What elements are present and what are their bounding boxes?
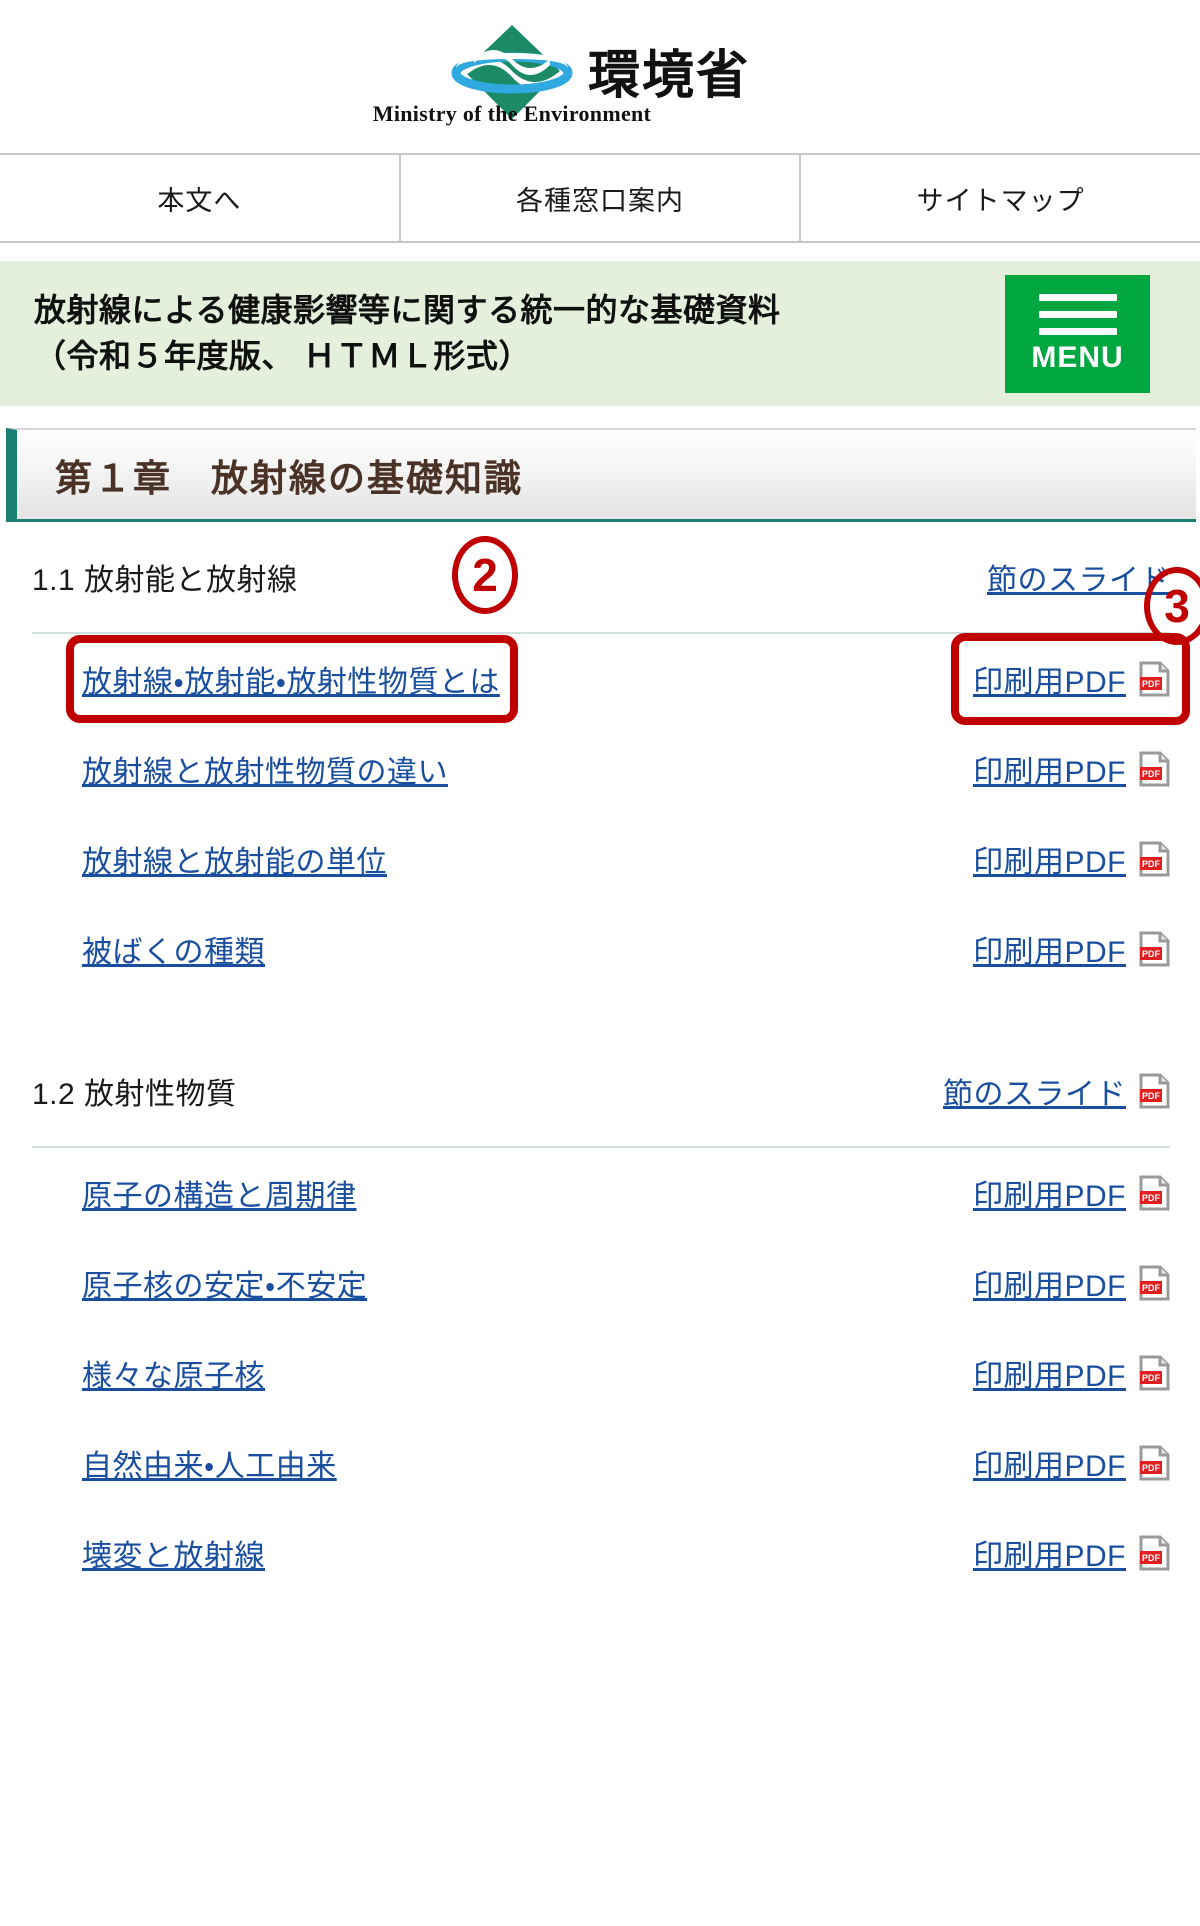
nav-item-label: サイトマップ bbox=[916, 185, 1085, 216]
toc-item-row: 原子の構造と周期律 印刷用PDF PDF bbox=[32, 1148, 1170, 1238]
chapter-title: 第１章 放射線の基礎知識 bbox=[55, 457, 523, 499]
hamburger-icon bbox=[1038, 294, 1117, 335]
pdf-link-label[interactable]: 印刷用PDF bbox=[973, 837, 1126, 881]
annotation-circle-2: 2 bbox=[452, 536, 518, 614]
toc-item-pdf-group[interactable]: 印刷用PDF PDF bbox=[973, 927, 1170, 971]
site-logo[interactable]: Ministry of the Environment 環境省 bbox=[373, 19, 750, 127]
toc-item-row: 被ばくの種類 印刷用PDF PDF bbox=[32, 904, 1170, 994]
toc-item-pdf-group[interactable]: 印刷用PDF PDF bbox=[951, 633, 1190, 725]
page-title: 放射線による健康影響等に関する統一的な基礎資料 （令和５年度版、 ＨＴＭＬ形式） bbox=[34, 292, 781, 374]
toc-item-link[interactable]: 原子核の安定・不安定 bbox=[82, 1261, 367, 1305]
toc-item-pdf-group[interactable]: 印刷用PDF PDF bbox=[973, 1261, 1170, 1305]
toc-item-pdf-group[interactable]: 印刷用PDF PDF bbox=[973, 1441, 1170, 1485]
nav-item-sitemap[interactable]: サイトマップ bbox=[801, 155, 1200, 241]
chapter-heading: 第１章 放射線の基礎知識 bbox=[6, 428, 1196, 522]
pdf-file-icon: PDF bbox=[1139, 1265, 1170, 1301]
svg-text:PDF: PDF bbox=[1142, 1193, 1161, 1203]
svg-text:PDF: PDF bbox=[1142, 1373, 1161, 1383]
section-title: 1.1 放射能と放射線 bbox=[32, 564, 298, 597]
svg-text:PDF: PDF bbox=[1142, 1553, 1161, 1563]
svg-text:PDF: PDF bbox=[1142, 949, 1161, 959]
toc-item-row: 放射線と放射能の単位 印刷用PDF PDF bbox=[32, 814, 1170, 904]
section-header-1-2: 1.2 放射性物質 節のスライド PDF bbox=[32, 1036, 1170, 1148]
toc-item-link[interactable]: 原子の構造と周期律 bbox=[82, 1171, 357, 1215]
pdf-link-label[interactable]: 印刷用PDF bbox=[973, 1441, 1126, 1485]
pdf-link-label[interactable]: 印刷用PDF bbox=[973, 657, 1126, 701]
menu-button-label: MENU bbox=[1031, 341, 1124, 374]
svg-text:PDF: PDF bbox=[1142, 679, 1161, 689]
pdf-file-icon: PDF bbox=[1139, 1355, 1170, 1391]
pdf-file-icon: PDF bbox=[1139, 1073, 1170, 1109]
nav-item-skip-to-content[interactable]: 本文へ bbox=[0, 155, 401, 241]
section-slide-link[interactable]: 節のスライド bbox=[943, 1069, 1126, 1113]
svg-text:PDF: PDF bbox=[1142, 769, 1161, 779]
svg-text:PDF: PDF bbox=[1142, 1463, 1161, 1473]
pdf-file-icon: PDF bbox=[1139, 751, 1170, 787]
toc-item-link[interactable]: 様々な原子核 bbox=[82, 1351, 265, 1395]
toc-item-link[interactable]: 被ばくの種類 bbox=[82, 927, 265, 971]
svg-text:PDF: PDF bbox=[1142, 859, 1161, 869]
logo-japanese-text: 環境省 bbox=[587, 46, 750, 105]
toc-item-link[interactable]: 自然由来・人工由来 bbox=[82, 1441, 337, 1485]
chapter-heading-wrap: 第１章 放射線の基礎知識 bbox=[0, 406, 1200, 522]
toc-item-pdf-group[interactable]: 印刷用PDF PDF bbox=[973, 1351, 1170, 1395]
svg-text:PDF: PDF bbox=[1142, 1283, 1161, 1293]
toc-item-link[interactable]: 壊変と放射線 bbox=[82, 1531, 265, 1575]
section-title: 1.2 放射性物質 bbox=[32, 1078, 237, 1111]
nav-item-contact-guide[interactable]: 各種窓口案内 bbox=[401, 155, 802, 241]
pdf-link-label[interactable]: 印刷用PDF bbox=[973, 927, 1126, 971]
toc-item-link[interactable]: 放射線と放射性物質の違い bbox=[82, 747, 448, 791]
toc-item-row: 自然由来・人工由来 印刷用PDF PDF bbox=[32, 1418, 1170, 1508]
toc-item-row: 放射線と放射性物質の違い 印刷用PDF PDF bbox=[32, 724, 1170, 814]
site-header: Ministry of the Environment 環境省 bbox=[0, 0, 1200, 153]
toc-item-pdf-group[interactable]: 印刷用PDF PDF bbox=[973, 747, 1170, 791]
toc-item-pdf-group[interactable]: 印刷用PDF PDF bbox=[973, 837, 1170, 881]
toc-item-pdf-group[interactable]: 印刷用PDF PDF bbox=[973, 1171, 1170, 1215]
toc-item-link[interactable]: 放射線・放射能・放射性物質とは bbox=[66, 635, 518, 723]
toc-item-row: 様々な原子核 印刷用PDF PDF bbox=[32, 1328, 1170, 1418]
logo-english-text: Ministry of the Environment bbox=[372, 100, 652, 126]
toc-item-row: 原子核の安定・不安定 印刷用PDF PDF bbox=[32, 1238, 1170, 1328]
pdf-link-label[interactable]: 印刷用PDF bbox=[973, 1351, 1126, 1395]
menu-button[interactable]: MENU bbox=[1005, 274, 1150, 393]
pdf-file-icon: PDF bbox=[1139, 1445, 1170, 1481]
svg-text:PDF: PDF bbox=[1142, 1091, 1161, 1101]
toc-item-row: 壊変と放射線 印刷用PDF PDF bbox=[32, 1508, 1170, 1598]
toc-item-row: 放射線・放射能・放射性物質とは 印刷用PDF PDF bbox=[32, 633, 1190, 725]
nav-item-label: 本文へ bbox=[157, 185, 242, 216]
pdf-file-icon: PDF bbox=[1139, 1535, 1170, 1571]
toc-item-pdf-group[interactable]: 印刷用PDF PDF bbox=[973, 1531, 1170, 1575]
top-navigation: 本文へ 各種窓口案内 サイトマップ bbox=[0, 153, 1200, 243]
table-of-contents: 1.1 放射能と放射線 2 節のスライド 3 放射線・放射能・放射性物質とは 印… bbox=[0, 522, 1200, 1598]
pdf-file-icon: PDF bbox=[1139, 1175, 1170, 1211]
pdf-link-label[interactable]: 印刷用PDF bbox=[973, 1531, 1126, 1575]
pdf-file-icon: PDF bbox=[1139, 661, 1170, 697]
pdf-link-label[interactable]: 印刷用PDF bbox=[973, 747, 1126, 791]
toc-item-link[interactable]: 放射線と放射能の単位 bbox=[82, 837, 387, 881]
section-slide-link[interactable]: 節のスライド bbox=[987, 555, 1170, 599]
pdf-file-icon: PDF bbox=[1139, 841, 1170, 877]
pdf-link-label[interactable]: 印刷用PDF bbox=[973, 1171, 1126, 1215]
section-header-1-1: 1.1 放射能と放射線 2 節のスライド 3 bbox=[32, 522, 1200, 645]
pdf-link-label[interactable]: 印刷用PDF bbox=[973, 1261, 1126, 1305]
nav-item-label: 各種窓口案内 bbox=[516, 185, 684, 216]
page-title-banner: 放射線による健康影響等に関する統一的な基礎資料 （令和５年度版、 ＨＴＭＬ形式）… bbox=[0, 261, 1200, 406]
pdf-file-icon: PDF bbox=[1139, 931, 1170, 967]
